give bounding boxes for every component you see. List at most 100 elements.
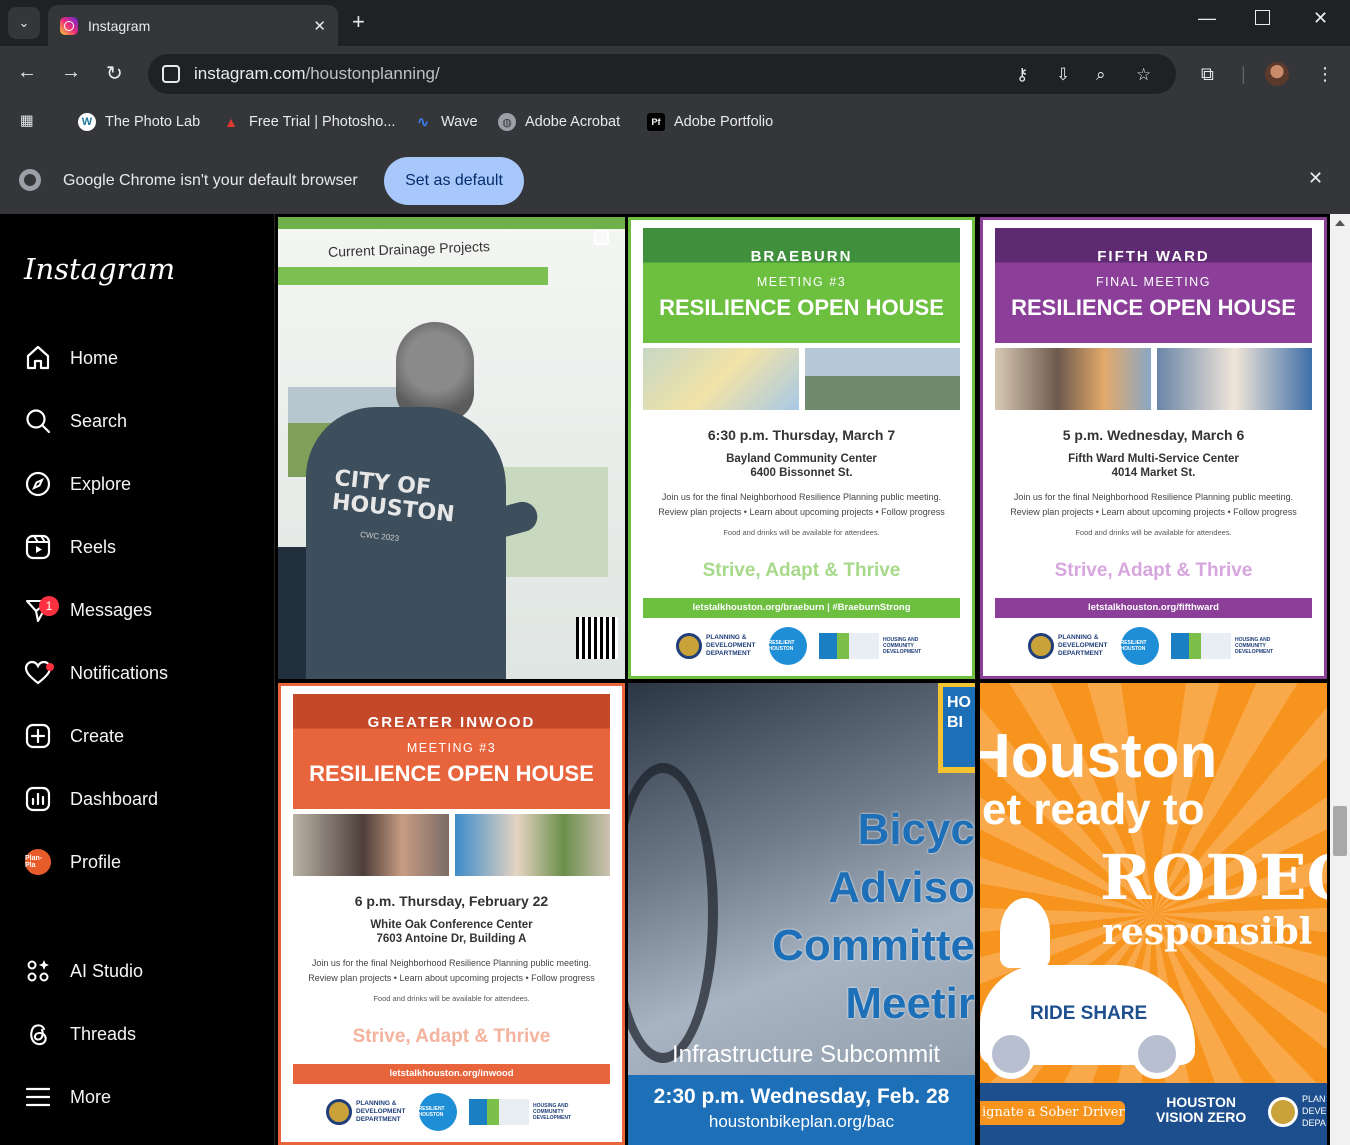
post-tile-drainage-photo[interactable]: Current Drainage Projects CITY OF HOUSTO… [278,217,625,679]
rodeo-line3: RODEO [1100,841,1327,914]
nav-label: Dashboard [70,788,159,809]
vz-line1: HOUSTON [1166,1094,1236,1110]
city-seal-icon [1028,633,1054,659]
bike-title-line4: Meetir [845,979,975,1028]
post-tile-rodeo-ride-share[interactable]: Houston et ready to RODEO responsibl RID… [980,683,1327,1145]
flyer-url: letstalkhouston.org/inwood [293,1064,610,1084]
post-tile-fifth-ward-flyer[interactable]: FIFTH WARD FINAL MEETING RESILIENCE OPEN… [980,217,1327,679]
bookmark-wave[interactable]: ∿ Wave [414,113,478,131]
instagram-logo[interactable]: Instagram [24,252,175,286]
compass-icon [24,470,52,498]
nav-search[interactable]: Search [24,399,127,443]
poster-table-header [278,267,548,285]
hcd-text: HOUSING AND COMMUNITY DEVELOPMENT [1235,637,1274,655]
resilient-houston-logo: RESILIENT HOUSTON [1120,627,1159,665]
hcd-logo: HOUSING AND COMMUNITY DEVELOPMENT [469,1099,577,1125]
post-tile-bicycle-committee[interactable]: HO BI Bicyc Adviso Committe Meetir Infra… [628,683,975,1145]
nav-notifications[interactable]: Notifications [24,651,168,695]
dept-text: PLANNING & DEVELOPMENT DEPARTMENT [706,634,756,657]
rodeo-line2: et ready to [982,785,1205,834]
minimize-button[interactable]: — [1198,8,1216,29]
close-tab-icon[interactable]: ✕ [313,17,326,35]
flyer-datetime: 6:30 p.m. Thursday, March 7 [707,427,896,443]
forward-button[interactable]: → [61,61,81,84]
bike-title-line2: Adviso [828,863,975,912]
scroll-up-arrow-icon[interactable] [1335,220,1345,226]
adobe-icon: ▲ [224,114,238,130]
messenger-icon: 1 [24,596,59,624]
flyer-logos: PLANNING & DEVELOPMENT DEPARTMENT RESILI… [326,1093,577,1131]
nav-home[interactable]: Home [24,336,118,380]
bookmark-adobe-acrobat[interactable]: ◍ Adobe Acrobat [498,113,620,131]
address-bar[interactable]: instagram.com/houstonplanning/ ⚷ ⇩ ⌕ ☆ [148,54,1176,94]
bookmark-label: Adobe Portfolio [674,114,774,130]
vz-line2: VISION ZERO [1156,1109,1247,1125]
flyer-venue: Fifth Ward Multi-Service Center 4014 Mark… [983,452,1324,480]
city-seal-icon [676,633,702,659]
wave-icon: ∿ [416,114,430,131]
nav-profile[interactable]: Plan-Pla Profile [24,840,121,884]
flyer-header: BRAEBURN MEETING #3 RESILIENCE OPEN HOUS… [643,228,960,343]
poster-top-band [278,217,625,229]
close-window-button[interactable]: ✕ [1313,8,1328,29]
reload-button[interactable]: ↻ [106,61,123,86]
bookmark-photoshop[interactable]: ▲ Free Trial | Photosho... [222,113,395,131]
bookmark-photo-lab[interactable]: W The Photo Lab [78,113,200,131]
profile-avatar-button[interactable] [1265,62,1289,86]
flyer-photos [293,814,610,876]
post-tile-braeburn-flyer[interactable]: BRAEBURN MEETING #3 RESILIENCE OPEN HOUS… [628,217,975,679]
apps-grid-icon[interactable]: ▦ [20,113,34,129]
hcd-logo: HOUSING AND COMMUNITY DEVELOPMENT [1171,633,1279,659]
nav-more[interactable]: More [24,1075,111,1119]
browser-tab-instagram[interactable]: Instagram ✕ [48,5,338,46]
page-scrollbar[interactable] [1330,214,1350,1145]
flyer-meeting: MEETING #3 [756,275,847,289]
nav-label: AI Studio [70,960,144,981]
maximize-button[interactable] [1255,10,1270,25]
tab-search-button[interactable]: ⌄ [8,7,40,39]
bookmark-adobe-portfolio[interactable]: Pf Adobe Portfolio [647,113,773,131]
threads-icon [24,1020,52,1048]
scrollbar-thumb[interactable] [1333,806,1347,856]
nav-reels[interactable]: Reels [24,525,116,569]
back-button[interactable]: ← [17,61,37,84]
flyer-logos: PLANNING & DEVELOPMENT DEPARTMENT RESILI… [676,627,927,665]
site-info-icon[interactable] [162,65,180,83]
bike-subtitle: Infrastructure Subcommit [672,1041,941,1068]
bookmark-star-icon[interactable]: ☆ [1136,65,1151,85]
flyer-title: RESILIENCE OPEN HOUSE [309,761,594,786]
close-infobar-icon[interactable]: ✕ [1308,168,1323,189]
nav-ai-studio[interactable]: AI Studio [24,949,143,993]
chevron-down-icon: ⌄ [18,15,30,30]
set-as-default-button[interactable]: Set as default [384,157,524,205]
nav-dashboard[interactable]: Dashboard [24,777,158,821]
bookmark-label: The Photo Lab [105,114,201,130]
key-icon[interactable]: ⚷ [1016,65,1028,85]
planning-dept-logo: PLANNING & DEVELOPMENT DEPARTMENT [1028,633,1108,659]
flyer-food-note: Food and drinks will be available for at… [373,994,530,1003]
flyer-url: letstalkhouston.org/fifthward [995,598,1312,618]
flyer-neighborhood: FIFTH WARD [1097,248,1210,265]
nav-threads[interactable]: Threads [24,1012,136,1056]
nav-explore[interactable]: Explore [24,462,131,506]
nav-create[interactable]: Create [24,714,124,758]
nav-label: Notifications [70,662,169,683]
new-tab-button[interactable]: + [352,9,365,35]
zoom-icon[interactable]: ⌕ [1096,65,1106,85]
post-tile-greater-inwood-flyer[interactable]: GREATER INWOOD MEETING #3 RESILIENCE OPE… [278,683,625,1145]
flyer-map-image [643,348,799,410]
bike-datetime: 2:30 p.m. Wednesday, Feb. 28 [653,1085,950,1108]
vision-zero-logo: HOUSTON VISION ZERO [1156,1095,1246,1125]
resilient-houston-logo: RESILIENT HOUSTON [768,627,807,665]
rodeo-line1: Houston [980,722,1218,791]
extensions-icon[interactable]: ⧉ [1201,64,1214,85]
more-menu-icon[interactable]: ⋮ [1316,64,1334,85]
nav-messages[interactable]: 1 Messages [24,588,152,632]
flyer-meeting-photo [995,348,1151,410]
bike-title-line1: Bicyc [857,805,975,854]
flyer-meeting: FINAL MEETING [1096,275,1211,289]
flyer-meeting: MEETING #3 [406,741,497,755]
install-app-icon[interactable]: ⇩ [1056,65,1070,85]
flyer-meeting-photo-2 [1156,348,1312,410]
corner-logo: HO BI [943,687,975,767]
